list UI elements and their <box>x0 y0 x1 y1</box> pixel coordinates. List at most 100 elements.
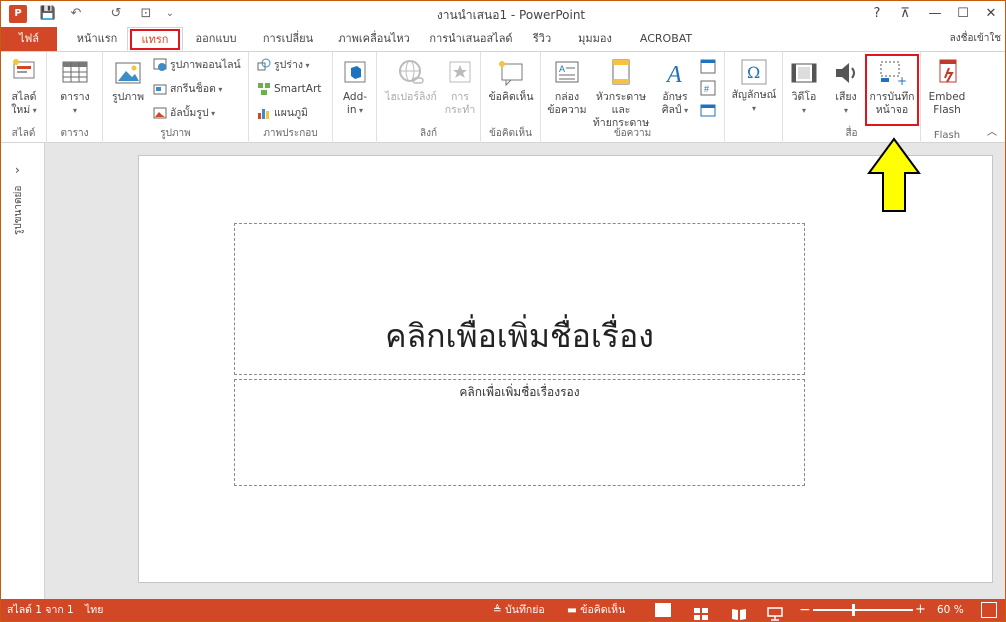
video-button[interactable]: วิดีโอ ▾ <box>785 58 823 117</box>
undo-icon[interactable]: ↶ <box>67 5 85 23</box>
embed-flash-button[interactable]: Embed Flash <box>923 58 971 117</box>
tab-home[interactable]: หน้าแรก <box>71 27 123 51</box>
zoom-in-button[interactable]: + <box>915 599 926 621</box>
group-flash-label: Flash <box>933 130 961 141</box>
title-placeholder[interactable]: คลิกเพื่อเพิ่มชื่อเรื่อง <box>234 223 805 375</box>
table-button[interactable]: ตาราง ▾ <box>55 58 95 117</box>
group-addins: Add- in ▾ <box>333 52 377 143</box>
ribbon-display-icon[interactable]: ⊼ <box>893 4 917 24</box>
smartart-label: SmartArt <box>274 83 322 95</box>
symbols-dropdown-icon[interactable]: ▾ <box>752 104 756 113</box>
textbox-button[interactable]: A กล่อง ข้อความ <box>545 58 589 117</box>
date-time-icon <box>700 59 716 74</box>
addin-button[interactable]: Add- in ▾ <box>337 58 373 117</box>
powerpoint-window: P 💾 ↶ ↺ ⊡ ⌄ งานนำเสนอ1 - PowerPoint ? ⊼ … <box>0 0 1006 622</box>
comments-icon: ▬ <box>567 604 581 616</box>
screenshot-icon <box>153 84 167 95</box>
reading-view-icon[interactable] <box>731 603 747 622</box>
start-slideshow-icon[interactable]: ⊡ <box>137 5 155 23</box>
embed-flash-label: Embed <box>928 91 966 103</box>
textbox-icon: A <box>555 61 579 83</box>
comments-button[interactable]: ▬ ข้อคิดเห็น <box>567 599 625 621</box>
comment-button[interactable]: ข้อคิดเห็น <box>485 58 537 104</box>
group-tables: ตาราง ▾ ตาราง <box>47 52 103 143</box>
photo-album-button[interactable]: อัลบั้มรูป ▾ <box>153 106 215 120</box>
normal-view-icon[interactable] <box>655 603 671 617</box>
symbols-button[interactable]: Ω สัญลักษณ์ ▾ <box>727 58 781 115</box>
shapes-button[interactable]: รูปร่าง ▾ <box>257 58 310 72</box>
customize-qat-icon[interactable]: ⌄ <box>161 5 179 23</box>
group-comments-label: ข้อคิดเห็น <box>489 128 532 139</box>
title-bar: P 💾 ↶ ↺ ⊡ ⌄ งานนำเสนอ1 - PowerPoint ? ⊼ … <box>1 1 1005 27</box>
object-button[interactable] <box>699 102 717 122</box>
new-slide-dropdown-icon[interactable]: ▾ <box>30 106 37 115</box>
table-icon <box>62 61 88 83</box>
table-label: ตาราง <box>60 91 90 103</box>
online-pictures-button[interactable]: รูปภาพออนไลน์ <box>153 58 241 72</box>
pictures-label: รูปภาพ <box>111 91 145 103</box>
date-time-button[interactable] <box>699 58 717 78</box>
online-pictures-label: รูปภาพออนไลน์ <box>170 59 241 71</box>
tab-slideshow[interactable]: การนำเสนอสไลด์ <box>425 27 517 51</box>
shapes-label: รูปร่าง <box>274 59 303 71</box>
save-icon[interactable]: 💾 <box>39 5 57 23</box>
chart-button[interactable]: แผนภูมิ <box>257 106 308 120</box>
zoom-slider-track[interactable] <box>813 609 913 611</box>
screen-recording-highlight <box>865 54 919 126</box>
new-slide-button[interactable]: สไลด์ ใหม่ ▾ <box>5 58 43 117</box>
tab-transitions[interactable]: การเปลี่ยน <box>255 27 321 51</box>
help-icon[interactable]: ? <box>865 4 889 24</box>
tab-review[interactable]: รีวิว <box>527 27 557 51</box>
window-title: งานนำเสนอ1 - PowerPoint <box>436 8 586 22</box>
group-slides-label: สไลด์ <box>11 128 36 139</box>
maximize-icon[interactable]: ☐ <box>951 4 975 24</box>
slide-sorter-icon[interactable] <box>693 603 709 622</box>
minimize-icon[interactable]: — <box>923 4 947 24</box>
slide-canvas[interactable]: คลิกเพื่อเพิ่มชื่อเรื่อง คลิกเพื่อเพิ่มช… <box>138 155 993 583</box>
tab-design[interactable]: ออกแบบ <box>189 27 243 51</box>
redo-icon[interactable]: ↺ <box>107 5 125 23</box>
zoom-out-button[interactable]: − <box>799 599 811 621</box>
pictures-button[interactable]: รูปภาพ <box>107 58 149 104</box>
omega-icon: Ω <box>741 59 767 85</box>
collapse-ribbon-icon[interactable]: ︿ <box>987 123 997 138</box>
audio-dropdown-icon[interactable]: ▾ <box>844 106 848 115</box>
comment-label: ข้อคิดเห็น <box>488 91 534 103</box>
sign-in-link[interactable]: ลงชื่อเข้าใช <box>950 27 1001 51</box>
audio-button[interactable]: เสียง ▾ <box>827 58 865 117</box>
group-slides: สไลด์ ใหม่ ▾ สไลด์ <box>1 52 47 143</box>
action-button[interactable]: การ กระทำ <box>443 58 477 117</box>
fit-to-window-icon[interactable] <box>981 602 997 618</box>
chart-label: แผนภูมิ <box>274 107 308 119</box>
thumbnails-label[interactable]: รูปขนาดย่อ <box>11 175 26 235</box>
tab-animations[interactable]: ภาพเคลื่อนไหว <box>333 27 415 51</box>
hyperlink-label: ไฮเปอร์ลิงก์ <box>385 91 437 103</box>
tab-view[interactable]: มุมมอง <box>571 27 619 51</box>
video-film-icon <box>791 63 817 83</box>
screenshot-button[interactable]: สกรีนช็อต ▾ <box>153 82 222 96</box>
zoom-level[interactable]: 60 % <box>937 599 964 621</box>
addin-label: Add- <box>342 91 368 103</box>
subtitle-placeholder[interactable]: คลิกเพื่อเพิ่มชื่อเรื่องรอง <box>234 379 805 486</box>
zoom-slider-thumb[interactable] <box>852 604 855 616</box>
header-footer-button[interactable]: หัวกระดาษและ ท้ายกระดาษ <box>589 58 653 130</box>
slideshow-view-icon[interactable] <box>767 603 783 622</box>
symbols-label: สัญลักษณ์ <box>731 89 777 101</box>
video-dropdown-icon[interactable]: ▾ <box>802 106 806 115</box>
slide-number-button[interactable]: # <box>699 80 717 100</box>
hyperlink-button[interactable]: ไฮเปอร์ลิงก์ <box>381 58 441 104</box>
powerpoint-app-icon[interactable]: P <box>9 5 27 23</box>
addin-label-2: in <box>346 104 357 116</box>
notes-button[interactable]: ≜ บันทึกย่อ <box>493 599 545 621</box>
tab-insert[interactable]: แทรก <box>127 27 183 51</box>
table-dropdown-icon[interactable]: ▾ <box>73 106 77 115</box>
screenshot-label: สกรีนช็อต <box>170 83 216 95</box>
language-indicator[interactable]: ไทย <box>85 599 103 621</box>
tab-file[interactable]: ไฟล์ <box>1 27 57 51</box>
tab-acrobat[interactable]: ACROBAT <box>631 27 701 51</box>
group-illustrations-label: ภาพประกอบ <box>263 128 318 139</box>
wordart-button[interactable]: A อักษร ศิลป์ ▾ <box>655 58 695 117</box>
close-icon[interactable]: ✕ <box>979 4 1003 24</box>
smartart-button[interactable]: SmartArt <box>257 82 321 96</box>
new-slide-label-2: ใหม่ <box>11 104 31 116</box>
